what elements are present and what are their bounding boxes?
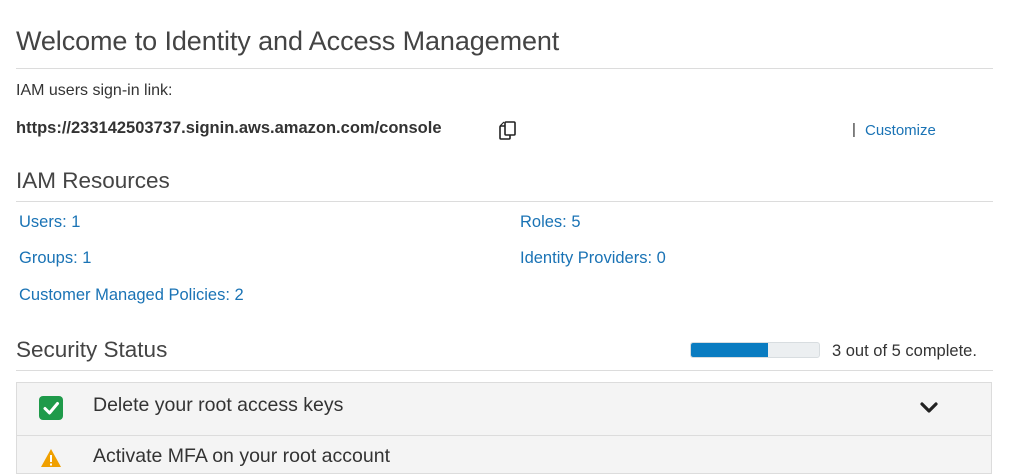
security-status-heading: Security Status — [16, 337, 168, 362]
security-progress-text: 3 out of 5 complete. — [832, 342, 977, 360]
separator: | — [852, 121, 856, 138]
checklist-divider — [17, 435, 991, 436]
resources-divider — [16, 201, 993, 202]
check-icon — [39, 396, 63, 420]
security-divider — [16, 370, 993, 371]
customer-managed-policies-link[interactable]: Customer Managed Policies: 2 — [19, 286, 244, 305]
chevron-down-icon[interactable] — [917, 396, 941, 420]
security-item-delete-root-keys[interactable]: Delete your root access keys — [17, 383, 991, 435]
security-checklist: Delete your root access keys Activate MF… — [16, 382, 992, 474]
security-progress-fill — [691, 343, 768, 357]
security-item-label: Delete your root access keys — [93, 394, 344, 416]
copy-icon[interactable] — [496, 119, 520, 143]
security-item-label[interactable]: Activate MFA on your root account — [93, 445, 390, 468]
users-link[interactable]: Users: 1 — [19, 213, 80, 232]
identity-providers-link[interactable]: Identity Providers: 0 — [520, 249, 666, 268]
security-progress-bar — [690, 342, 820, 358]
signin-link-label: IAM users sign-in link: — [16, 82, 173, 99]
page-title: Welcome to Identity and Access Managemen… — [16, 26, 560, 56]
iam-resources-heading: IAM Resources — [16, 168, 170, 193]
title-divider — [16, 68, 993, 69]
roles-link[interactable]: Roles: 5 — [520, 213, 581, 232]
groups-link[interactable]: Groups: 1 — [19, 249, 91, 268]
customize-link[interactable]: Customize — [865, 122, 936, 139]
signin-url[interactable]: https://233142503737.signin.aws.amazon.c… — [16, 119, 442, 138]
